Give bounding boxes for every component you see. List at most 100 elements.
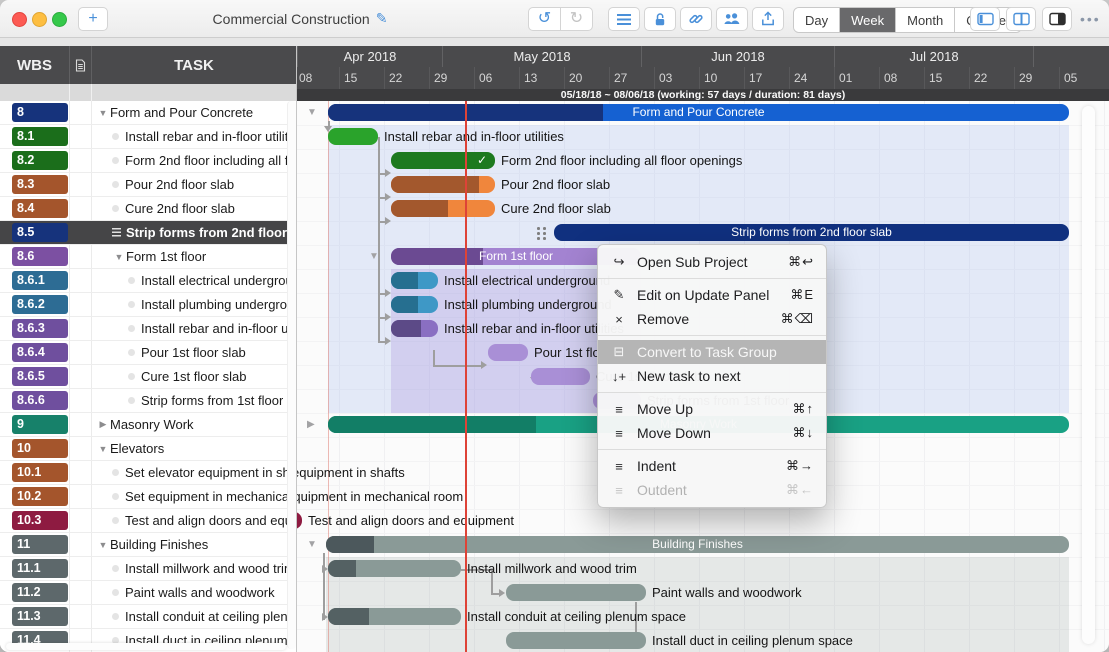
drag-handle[interactable] <box>543 232 546 235</box>
drag-handle[interactable] <box>543 237 546 240</box>
table-horizontal-scrollbar[interactable] <box>6 643 286 650</box>
task-row[interactable]: 11▼Building Finishes <box>0 533 296 557</box>
disclosure-expanded-icon[interactable]: ▼ <box>96 444 110 454</box>
task-row[interactable]: 11.1Install millwork and wood trim <box>0 557 296 581</box>
gantt-bar[interactable] <box>506 632 646 649</box>
task-row[interactable]: 8.6.6Strip forms from 1st floor <box>0 389 296 413</box>
gantt-bar[interactable] <box>391 200 495 217</box>
task-row[interactable]: 11.2Paint walls and woodwork <box>0 581 296 605</box>
task-row[interactable]: 8.5Strip forms from 2nd floor slab <box>0 221 296 245</box>
menu-item-outdent[interactable]: ≡Outdent⌘← <box>598 478 826 502</box>
menu-item-label: Open Sub Project <box>637 254 779 270</box>
disclosure-expanded-icon[interactable]: ▼ <box>112 252 126 262</box>
disclosure-collapsed-icon[interactable]: ▶ <box>96 419 110 430</box>
task-row[interactable]: 8.4Cure 2nd floor slab <box>0 197 296 221</box>
task-row[interactable]: 10.3Test and align doors and equipment <box>0 509 296 533</box>
team-button[interactable] <box>716 7 748 31</box>
close-window-button[interactable] <box>12 12 27 27</box>
task-row[interactable]: 8.6.5Cure 1st floor slab <box>0 365 296 389</box>
drag-handle[interactable] <box>537 232 540 235</box>
view-mode-day[interactable]: Day <box>794 8 840 32</box>
task-row[interactable]: 8.2Form 2nd floor including all floor op… <box>0 149 296 173</box>
menu-item-remove[interactable]: ×Remove⌘⌫ <box>598 307 826 331</box>
notes-cell <box>70 269 92 292</box>
task-row[interactable]: 8.6.2Install plumbing underground <box>0 293 296 317</box>
gantt-bar[interactable] <box>297 512 302 529</box>
menu-item-new-task-to-next[interactable]: ↓+New task to next <box>598 364 826 388</box>
view-mode-month[interactable]: Month <box>896 8 955 32</box>
task-row[interactable]: 8.6.4Pour 1st floor slab <box>0 341 296 365</box>
drag-handle[interactable] <box>537 227 540 230</box>
menu-item-indent[interactable]: ≡Indent⌘→ <box>598 454 826 478</box>
export-button[interactable] <box>752 7 784 31</box>
context-menu: ↪Open Sub Project⌘↩ ✎Edit on Update Panel… <box>597 244 827 508</box>
task-row[interactable]: 8.6.1Install electrical underground <box>0 269 296 293</box>
wbs-cell: 8.5 <box>0 221 70 244</box>
wbs-cell: 8.4 <box>0 197 70 220</box>
layout-left-panel-button[interactable] <box>970 7 1000 31</box>
table-subheader-row <box>0 84 296 101</box>
task-rows: 8▼Form and Pour Concrete8.1Install rebar… <box>0 101 296 652</box>
layout-right-panel-button[interactable] <box>1042 7 1072 31</box>
gantt-bar[interactable] <box>328 560 461 577</box>
menu-item-open-sub-project[interactable]: ↪Open Sub Project⌘↩ <box>598 250 826 274</box>
link-arrow-icon <box>385 169 391 177</box>
timeline-months-row: Apr 2018May 2018Jun 2018Jul 2018 <box>297 46 1109 67</box>
task-row[interactable]: 10▼Elevators <box>0 437 296 461</box>
gantt-disclosure-expanded-icon[interactable]: ▼ <box>307 108 317 118</box>
gantt-vertical-scrollbar[interactable] <box>1082 106 1095 644</box>
wbs-badge: 8.4 <box>12 199 68 218</box>
table-vertical-scrollbar[interactable] <box>287 101 296 649</box>
disclosure-expanded-icon[interactable]: ▼ <box>96 108 110 118</box>
gantt-bar[interactable]: ✓ <box>391 152 495 169</box>
gantt-disclosure-expanded-icon[interactable]: ▼ <box>307 540 317 550</box>
task-row[interactable]: 11.3Install conduit at ceiling plenum sp… <box>0 605 296 629</box>
minimize-window-button[interactable] <box>32 12 47 27</box>
gantt-disclosure-collapsed-icon[interactable]: ▶ <box>307 420 315 430</box>
lock-button[interactable] <box>644 7 676 31</box>
gantt-bar[interactable] <box>391 176 495 193</box>
outline-view-button[interactable] <box>608 7 640 31</box>
gantt-bar[interactable] <box>391 320 438 337</box>
menu-item-move-up[interactable]: ≡Move Up⌘↑ <box>598 397 826 421</box>
gantt-bar[interactable] <box>328 128 378 145</box>
task-row[interactable]: 8▼Form and Pour Concrete <box>0 101 296 125</box>
task-row[interactable]: 9▶Masonry Work <box>0 413 296 437</box>
zoom-window-button[interactable] <box>52 12 67 27</box>
disclosure-expanded-icon[interactable]: ▼ <box>96 540 110 550</box>
notes-cell <box>70 221 92 244</box>
add-project-button[interactable]: + <box>78 7 108 31</box>
layout-split-panel-button[interactable] <box>1006 7 1036 31</box>
gantt-bar[interactable] <box>328 608 461 625</box>
gantt-bar[interactable] <box>391 272 438 289</box>
link-button[interactable] <box>680 7 712 31</box>
task-row[interactable]: 10.2Set equipment in mechanical room <box>0 485 296 509</box>
view-mode-week[interactable]: Week <box>840 8 896 32</box>
task-row[interactable]: 8.6.3Install rebar and in-floor utilitie… <box>0 317 296 341</box>
task-row[interactable]: 8.1Install rebar and in-floor utilities <box>0 125 296 149</box>
redo-button[interactable]: ↻ <box>560 7 593 31</box>
menu-item-convert-to-task-group[interactable]: ⊟Convert to Task Group <box>598 340 826 364</box>
gantt-bar[interactable] <box>506 584 646 601</box>
task-row[interactable]: 10.1Set elevator equipment in shafts <box>0 461 296 485</box>
gantt-bar[interactable] <box>531 368 590 385</box>
task-row[interactable]: 8.6▼Form 1st floor <box>0 245 296 269</box>
bar-label: Set equipment in mechanical room <box>297 488 463 505</box>
gantt-bar[interactable] <box>391 296 438 313</box>
drag-handle[interactable] <box>543 227 546 230</box>
edit-icon: ✎ <box>610 287 628 303</box>
edit-title-icon[interactable]: ✎ <box>376 10 388 27</box>
link-connector <box>433 350 435 365</box>
menu-item-move-down[interactable]: ≡Move Down⌘↓ <box>598 421 826 445</box>
wbs-cell: 8.2 <box>0 149 70 172</box>
undo-button[interactable]: ↺ <box>528 7 561 31</box>
gantt-disclosure-expanded-icon[interactable]: ▼ <box>369 252 379 262</box>
more-options-button[interactable]: ••• <box>1080 11 1101 27</box>
drag-handle[interactable] <box>537 237 540 240</box>
wbs-cell: 10.2 <box>0 485 70 508</box>
task-row[interactable]: 8.3Pour 2nd floor slab <box>0 173 296 197</box>
menu-item-edit-on-update-panel[interactable]: ✎Edit on Update Panel⌘E <box>598 283 826 307</box>
gantt-bar[interactable] <box>488 344 528 361</box>
progress-fill <box>328 608 369 625</box>
notes-cell <box>70 341 92 364</box>
